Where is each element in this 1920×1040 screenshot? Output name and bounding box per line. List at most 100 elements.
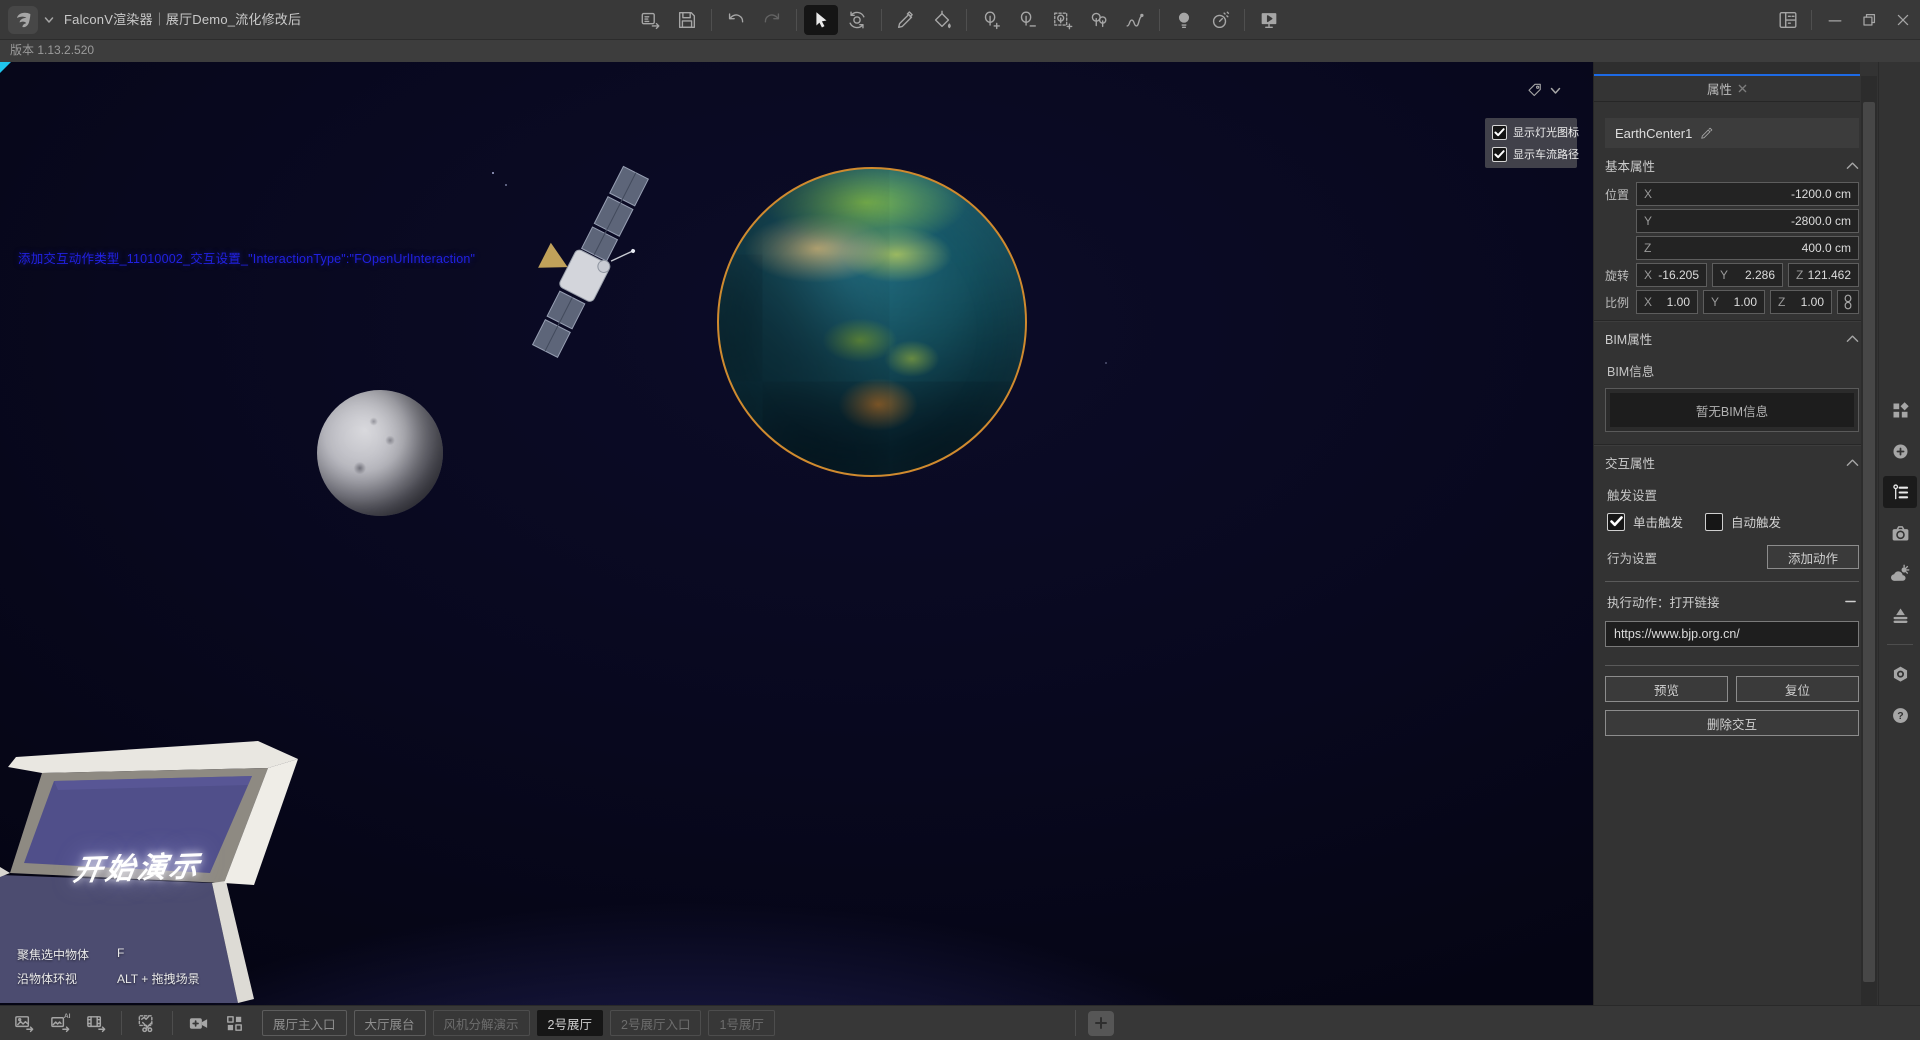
- chevron-up-icon[interactable]: [1846, 334, 1859, 343]
- position-x-row: 位置 X -1200.0 cm: [1605, 182, 1859, 206]
- position-y-field[interactable]: Y -2800.0 cm: [1636, 209, 1859, 233]
- transform-rotate-button[interactable]: [840, 5, 874, 35]
- light-button[interactable]: [1167, 5, 1201, 35]
- export-video-button[interactable]: [80, 1009, 112, 1037]
- spline-path-button[interactable]: [1118, 5, 1152, 35]
- option-label: 显示灯光图标: [1513, 124, 1579, 140]
- checkbox-checked[interactable]: [1492, 147, 1507, 162]
- settings-nut-icon: [1890, 664, 1911, 685]
- outliner-button[interactable]: [1883, 476, 1917, 508]
- foliage-multi-button[interactable]: [1082, 5, 1116, 35]
- view-hall-2-entrance[interactable]: 2号展厅入口: [610, 1010, 701, 1036]
- redo-button[interactable]: [755, 5, 789, 35]
- transform-rotate-icon: [846, 9, 868, 31]
- foliage-box-add-button[interactable]: [1046, 5, 1080, 35]
- url-input[interactable]: [1605, 621, 1859, 647]
- object-name-row[interactable]: EarthCenter1: [1605, 118, 1859, 148]
- section-bim-header[interactable]: BIM属性: [1605, 321, 1859, 355]
- help-button[interactable]: ?: [1883, 699, 1917, 731]
- view-lobby-stand[interactable]: 大厅展台: [354, 1010, 426, 1036]
- option-show-traffic-paths[interactable]: 显示车流路径: [1492, 146, 1579, 162]
- logo-dropdown-chevron-icon[interactable]: [44, 16, 54, 24]
- terrain-button[interactable]: [1883, 599, 1917, 631]
- weather-button[interactable]: [1883, 558, 1917, 590]
- camera-button[interactable]: [1883, 517, 1917, 549]
- display-options-toggle[interactable]: [1526, 82, 1561, 100]
- foliage-add-button[interactable]: [974, 5, 1008, 35]
- settings-button[interactable]: [1883, 658, 1917, 690]
- export-image-ai-button[interactable]: AI: [44, 1009, 76, 1037]
- capture-toolbar: AI: [0, 1009, 250, 1037]
- reset-button[interactable]: 复位: [1736, 676, 1859, 702]
- export-image-icon: [13, 1012, 36, 1035]
- trigger-row: 单击触发 自动触发: [1607, 512, 1859, 531]
- minimize-button[interactable]: [1818, 5, 1852, 35]
- planet-button[interactable]: [1883, 435, 1917, 467]
- click-trigger-checkbox-checked[interactable]: [1607, 513, 1625, 531]
- scale-z-field[interactable]: Z 1.00: [1770, 290, 1832, 314]
- section-basic-header[interactable]: 基本属性: [1605, 148, 1859, 182]
- scale-y-field[interactable]: Y 1.00: [1703, 290, 1765, 314]
- position-z-field[interactable]: Z 400.0 cm: [1636, 236, 1859, 260]
- section-title: 交互属性: [1605, 453, 1655, 472]
- add-action-button[interactable]: 添加动作: [1767, 545, 1859, 569]
- timer-button[interactable]: [1203, 5, 1237, 35]
- paint-bucket-button[interactable]: [925, 5, 959, 35]
- star: [505, 184, 507, 186]
- display-options-panel: 显示灯光图标 显示车流路径: [1485, 118, 1577, 168]
- tab-properties[interactable]: 属性: [1594, 76, 1860, 102]
- scrollbar-thumb[interactable]: [1863, 102, 1875, 982]
- chevron-up-icon[interactable]: [1846, 161, 1859, 170]
- position-x-field[interactable]: X -1200.0 cm: [1636, 182, 1859, 206]
- scale-x-field[interactable]: X 1.00: [1636, 290, 1698, 314]
- satellite-object[interactable]: [515, 160, 665, 370]
- check-icon: [1494, 128, 1505, 137]
- foliage-remove-button[interactable]: [1010, 5, 1044, 35]
- scale-link-button[interactable]: [1837, 290, 1859, 314]
- close-button[interactable]: [1886, 5, 1920, 35]
- checkbox-checked[interactable]: [1492, 125, 1507, 140]
- add-camera-button[interactable]: [182, 1009, 214, 1037]
- rotation-x-field[interactable]: X -16.205: [1636, 263, 1707, 287]
- add-view-button[interactable]: [1088, 1011, 1114, 1036]
- rotation-z-field[interactable]: Z 121.462: [1788, 263, 1859, 287]
- moon-object[interactable]: [317, 390, 443, 516]
- select-tool-button[interactable]: [804, 5, 838, 35]
- save-button[interactable]: [670, 5, 704, 35]
- trigger-settings-label: 触发设置: [1607, 485, 1859, 504]
- tab-close-icon[interactable]: [1738, 84, 1747, 93]
- batch-grid-button[interactable]: [218, 1009, 250, 1037]
- presentation-button[interactable]: [1252, 5, 1286, 35]
- remove-action-minus-icon[interactable]: [1844, 595, 1857, 608]
- view-hall-main-entrance[interactable]: 展厅主入口: [262, 1010, 347, 1036]
- light-bulb-icon: [1173, 9, 1195, 31]
- scene-viewport[interactable]: 添加交互动作类型_11010002_交互设置_"InteractionType"…: [0, 62, 1593, 1005]
- delete-interaction-button[interactable]: 删除交互: [1605, 710, 1859, 736]
- widgets-button[interactable]: [1883, 394, 1917, 426]
- app-logo[interactable]: [8, 6, 38, 34]
- auto-trigger-checkbox-unchecked[interactable]: [1705, 513, 1723, 531]
- export-exe-button[interactable]: [634, 5, 668, 35]
- option-show-light-icons[interactable]: 显示灯光图标: [1492, 124, 1579, 140]
- view-hall-2[interactable]: 2号展厅: [537, 1010, 603, 1036]
- section-interaction-header[interactable]: 交互属性: [1605, 445, 1859, 479]
- layout-panels-icon: [1777, 9, 1799, 31]
- view-hall-1[interactable]: 1号展厅: [708, 1010, 774, 1036]
- view-turbine-demo[interactable]: 风机分解演示: [433, 1010, 530, 1036]
- export-image-button[interactable]: [8, 1009, 40, 1037]
- crop-screenshot-button[interactable]: [131, 1009, 163, 1037]
- rotation-y-field[interactable]: Y 2.286: [1712, 263, 1783, 287]
- hint-focus: 聚焦选中物体 F: [17, 946, 200, 963]
- eyedropper-button[interactable]: [889, 5, 923, 35]
- undo-button[interactable]: [719, 5, 753, 35]
- bim-empty-text: 暂无BIM信息: [1610, 393, 1854, 427]
- chevron-up-icon[interactable]: [1846, 458, 1859, 467]
- restore-button[interactable]: [1852, 5, 1886, 35]
- section-title: BIM属性: [1605, 329, 1652, 348]
- edit-pencil-icon[interactable]: [1700, 126, 1714, 140]
- plus-icon: [1094, 1016, 1108, 1030]
- panel-scrollbar[interactable]: [1861, 76, 1877, 1005]
- preview-button[interactable]: 预览: [1605, 676, 1728, 702]
- earth-object[interactable]: [717, 167, 1027, 477]
- layout-panels-button[interactable]: [1771, 5, 1805, 35]
